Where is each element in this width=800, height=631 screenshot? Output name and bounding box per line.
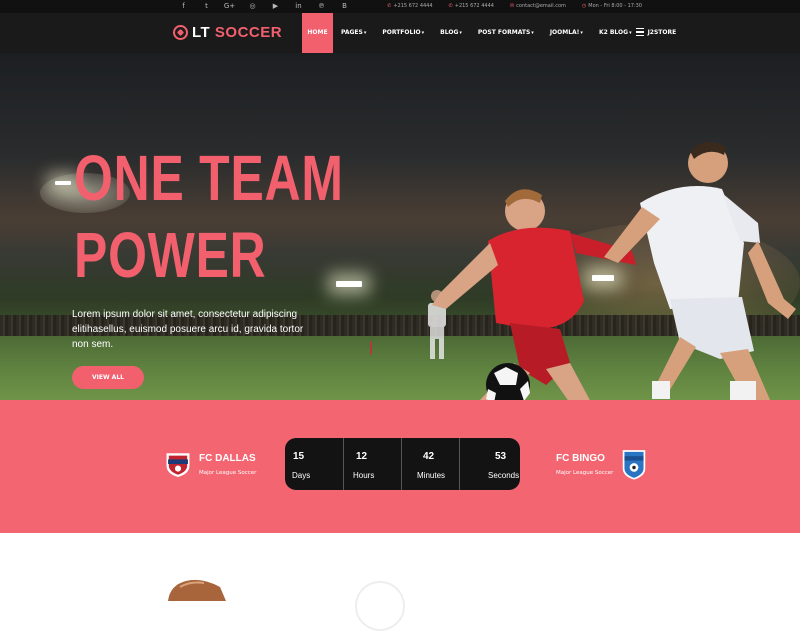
stat-circle [355,581,405,631]
fc-dallas-badge-icon [166,453,190,477]
hero-banner: ONE TEAM POWER Lorem ipsum dolor sit ame… [0,53,800,400]
menu-item-home[interactable]: HOME [302,13,333,53]
hero-description: Lorem ipsum dolor sit amet, consectetur … [72,309,304,350]
menu-item-j2store[interactable]: J2STORE [640,13,685,53]
countdown-divider [343,438,344,490]
social-links: f t G+ ◎ ▶ in ℗ В [172,2,356,11]
countdown-days: 15 Days [292,451,311,480]
away-team-league: Major League Soccer [556,469,614,476]
hours-contact: ◷ Mon - Fri 8:00 - 17:30 [581,3,642,9]
menu-item-joomla[interactable]: JOOMLA!▾ [542,13,591,53]
menu-item-k2-blog[interactable]: K2 BLOG▾ [591,13,640,53]
headline-line-1: ONE TEAM [74,142,344,214]
home-team[interactable]: FC DALLAS Major League Soccer [165,447,256,481]
countdown-seconds: 53 Seconds [488,451,520,480]
dribbble-icon[interactable]: ◎ [241,2,264,11]
next-section [0,533,800,631]
soccer-players-image [370,141,796,400]
countdown-minutes: 42 Minutes [417,451,446,480]
site-logo[interactable]: LT SOCCER [173,24,282,41]
facebook-icon[interactable]: f [172,2,195,11]
chevron-down-icon: ▾ [629,30,632,36]
google-plus-icon[interactable]: G+ [218,2,241,11]
countdown-hours: 12 Hours [353,451,375,480]
phone-contact: ✆ +215 672 4444 [387,3,433,9]
main-navbar: LT SOCCER HOME PAGES▾ PORTFOLIO▾ BLOG▾ P… [0,13,800,53]
menu-item-post-formats[interactable]: POST FORMATS▾ [470,13,542,53]
phone-icon: ✆ [448,3,453,9]
menu-item-portfolio[interactable]: PORTFOLIO▾ [374,13,432,53]
home-team-league: Major League Soccer [199,469,257,476]
menu-item-blog[interactable]: BLOG▾ [432,13,470,53]
floodlight [55,181,71,185]
clock-icon: ◷ [581,3,587,9]
boot-image [168,579,226,601]
top-bar: f t G+ ◎ ▶ in ℗ В ✆ +215 672 4444 ✆ +215 6… [0,0,800,13]
pinterest-icon[interactable]: ℗ [310,2,333,11]
twitter-icon[interactable]: t [195,2,218,11]
linkedin-icon[interactable]: in [287,2,310,11]
chevron-down-icon: ▾ [363,30,367,36]
away-team[interactable]: FC BINGO Major League Soccer [556,447,647,481]
countdown-divider [459,438,460,490]
email-contact[interactable]: ✉ contact@email.com [510,3,566,9]
menu-item-pages[interactable]: PAGES▾ [333,13,374,53]
main-menu: HOME PAGES▾ PORTFOLIO▾ BLOG▾ POST FORMAT… [302,13,684,53]
youtube-icon[interactable]: ▶ [264,2,287,11]
chevron-down-icon: ▾ [459,30,462,36]
contact-info: ✆ +215 672 4444 ✆ +215 672 4444 ✉ contact@e… [387,3,642,9]
chevron-down-icon: ▾ [531,30,534,36]
fc-bingo-badge-icon [623,450,646,480]
email-icon: ✉ [509,3,515,9]
away-team-name: FC BINGO [556,452,605,464]
chevron-down-icon: ▾ [580,30,583,36]
logo-soccer: SOCCER [214,24,283,41]
vk-icon[interactable]: В [333,2,356,11]
chevron-down-icon: ▾ [421,30,425,36]
countdown-divider [401,438,402,490]
logo-lt: LT [192,24,211,41]
hero-headline: ONE TEAM POWER [74,140,344,294]
phone-contact: ✆ +215 672 4444 [448,3,494,9]
headline-line-2: POWER [74,219,267,291]
soccer-ball-icon [173,25,188,40]
hamburger-menu-icon[interactable] [636,28,644,38]
view-all-button[interactable]: VIEW ALL [72,366,144,389]
countdown-timer: 15 Days 12 Hours 42 Minutes 53 Seconds [285,438,520,490]
phone-icon: ✆ [387,3,392,9]
home-team-name: FC DALLAS [199,452,256,464]
